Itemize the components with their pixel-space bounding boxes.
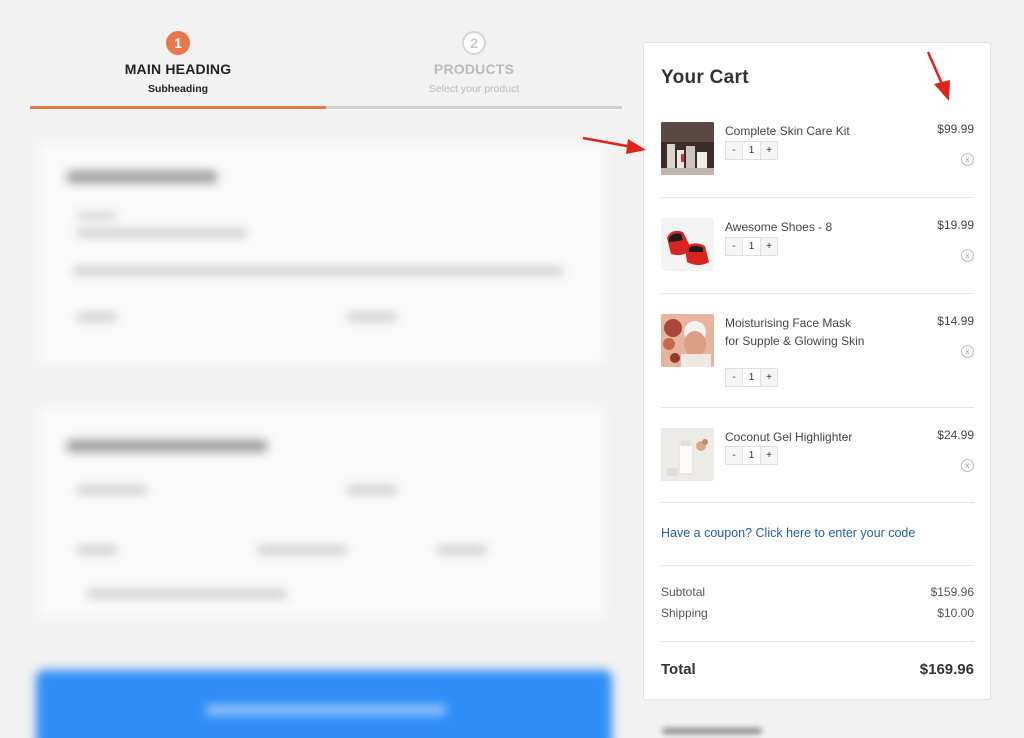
divider xyxy=(661,641,974,642)
subtotal-label: Subtotal xyxy=(661,585,706,599)
cart-title: Your Cart xyxy=(661,67,749,88)
coupon-link[interactable]: Have a coupon? Click here to enter your … xyxy=(661,526,915,540)
total-value: $169.96 xyxy=(919,661,974,678)
highlighter-image[interactable] xyxy=(661,428,714,481)
cart-panel: Your Cart Complete Skin Care Kit $99.99 … xyxy=(643,42,991,700)
subtotal-value: $159.96 xyxy=(930,585,974,599)
quantity-value[interactable]: 1 xyxy=(742,142,761,159)
shipping-label: Shipping xyxy=(661,606,708,620)
divider xyxy=(661,502,974,503)
item-name[interactable]: Moisturising Face Mask for Supple & Glow… xyxy=(725,314,865,350)
quantity-stepper: - 1 + xyxy=(725,446,778,465)
step-products[interactable]: 2 PRODUCTS Select your product xyxy=(326,28,622,95)
quantity-plus-button[interactable]: + xyxy=(761,447,777,464)
cart-item: Coconut Gel Highlighter $24.99 - 1 + x xyxy=(661,428,974,488)
remove-item-icon[interactable]: x xyxy=(961,345,974,358)
quantity-minus-button[interactable]: - xyxy=(726,142,742,159)
shipping-row: Shipping $10.00 xyxy=(661,606,974,620)
quantity-minus-button[interactable]: - xyxy=(726,238,742,255)
quantity-minus-button[interactable]: - xyxy=(726,447,742,464)
divider xyxy=(661,407,974,408)
quantity-stepper: - 1 + xyxy=(725,368,778,387)
item-name[interactable]: Awesome Shoes - 8 xyxy=(725,218,865,236)
subtotal-row: Subtotal $159.96 xyxy=(661,585,974,599)
step-progress-fill xyxy=(30,106,326,109)
quantity-value[interactable]: 1 xyxy=(742,447,761,464)
item-price: $14.99 xyxy=(937,314,974,328)
quantity-stepper: - 1 + xyxy=(725,237,778,256)
blurred-footer-text xyxy=(662,728,772,738)
total-label: Total xyxy=(661,661,696,678)
divider xyxy=(661,293,974,294)
step-title: MAIN HEADING xyxy=(124,61,232,77)
annotation-arrow-icon xyxy=(582,136,646,154)
blurred-card-2 xyxy=(36,405,606,620)
skin-care-kit-image[interactable] xyxy=(661,122,714,175)
item-price: $19.99 xyxy=(937,218,974,232)
item-price: $99.99 xyxy=(937,122,974,136)
quantity-minus-button[interactable]: - xyxy=(726,369,742,386)
remove-item-icon[interactable]: x xyxy=(961,459,974,472)
step-subtitle: Subheading xyxy=(147,83,209,95)
step-number: 1 xyxy=(166,31,190,55)
cart-item: Awesome Shoes - 8 $19.99 - 1 + x xyxy=(661,218,974,278)
item-price: $24.99 xyxy=(937,428,974,442)
quantity-stepper: - 1 + xyxy=(725,141,778,160)
face-mask-image[interactable] xyxy=(661,314,714,367)
item-name[interactable]: Coconut Gel Highlighter xyxy=(725,428,865,446)
cart-item: Moisturising Face Mask for Supple & Glow… xyxy=(661,314,974,394)
step-subtitle: Select your product xyxy=(428,83,520,95)
remove-item-icon[interactable]: x xyxy=(961,153,974,166)
blurred-card-1 xyxy=(36,140,606,365)
item-name[interactable]: Complete Skin Care Kit xyxy=(725,122,865,140)
checkout-steps: 1 MAIN HEADING Subheading 2 PRODUCTS Sel… xyxy=(30,28,622,112)
step-main-heading[interactable]: 1 MAIN HEADING Subheading xyxy=(30,28,326,95)
divider xyxy=(661,565,974,566)
remove-item-icon[interactable]: x xyxy=(961,249,974,262)
annotation-arrow-icon xyxy=(926,51,950,101)
divider xyxy=(661,197,974,198)
blurred-submit-button[interactable] xyxy=(36,670,612,738)
quantity-value[interactable]: 1 xyxy=(742,369,761,386)
quantity-value[interactable]: 1 xyxy=(742,238,761,255)
step-progress-bar xyxy=(30,106,622,109)
quantity-plus-button[interactable]: + xyxy=(761,142,777,159)
cart-item: Complete Skin Care Kit $99.99 - 1 + x xyxy=(661,122,974,182)
step-number: 2 xyxy=(462,31,486,55)
quantity-plus-button[interactable]: + xyxy=(761,238,777,255)
blurred-checkout-form xyxy=(30,130,620,738)
total-row: Total $169.96 xyxy=(661,661,974,678)
shipping-value: $10.00 xyxy=(937,606,974,620)
quantity-plus-button[interactable]: + xyxy=(761,369,777,386)
step-title: PRODUCTS xyxy=(433,61,515,77)
shoes-image[interactable] xyxy=(661,218,714,271)
